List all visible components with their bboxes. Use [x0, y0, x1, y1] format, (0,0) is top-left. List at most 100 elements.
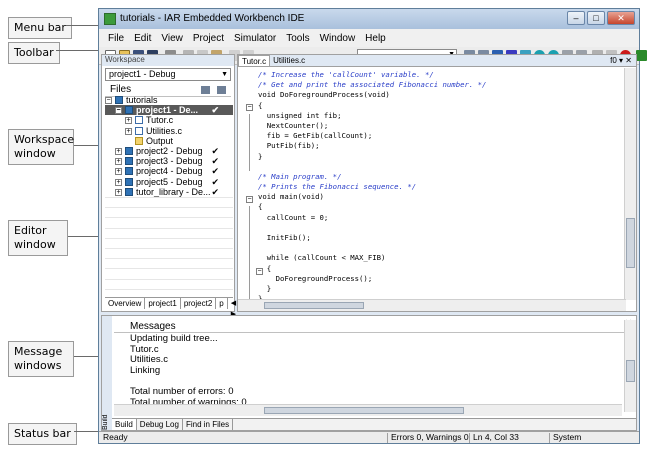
editor-horizontal-scrollbar[interactable] [238, 299, 626, 311]
menu-tools[interactable]: Tools [281, 33, 314, 44]
code-line: void DoForegroundProcess(void) [258, 90, 390, 100]
tree-item-label: project5 - Debug [136, 176, 203, 187]
code-line: /* Get and print the associated Fibonacc… [258, 80, 487, 90]
tree-item[interactable]: + project4 - Debug ✔ [105, 166, 233, 176]
tree-item[interactable]: + project2 - Debug ✔ [105, 146, 233, 156]
code-line: unsigned int fib; [258, 110, 342, 120]
files-label: Files [110, 84, 132, 95]
tree-item[interactable]: − tutorials [105, 95, 233, 105]
expand-icon[interactable]: + [115, 168, 122, 176]
grid-line [105, 237, 233, 239]
tree-item[interactable]: + project5 - Debug ✔ [105, 177, 233, 187]
project-icon [125, 187, 133, 196]
status-divider [387, 433, 388, 443]
callout-editor-window: Editor window [8, 220, 68, 256]
workspace-window: Workspace project1 - Debug ▼ Files − tuto… [101, 54, 241, 318]
checkmark-icon: ✔ [211, 166, 219, 177]
menu-view[interactable]: View [156, 33, 188, 44]
tree-item[interactable]: + Tutor.c [105, 115, 233, 125]
scroll-thumb[interactable] [264, 407, 464, 414]
callout-line: Editor [14, 224, 47, 237]
messages-horizontal-scrollbar[interactable] [114, 404, 622, 416]
checkmark-icon: ✔ [211, 186, 219, 197]
grid-line [105, 207, 233, 209]
grid-line [105, 278, 233, 280]
tab-build[interactable]: Build [112, 419, 137, 430]
expand-icon[interactable]: + [125, 127, 132, 135]
build-side-label: Build [102, 316, 112, 430]
code-area[interactable]: /* Increase the 'callCount' variable. */… [258, 70, 486, 304]
collapse-icon[interactable]: − [105, 97, 112, 104]
status-errors: Errors 0, Warnings 0 [391, 432, 469, 442]
configuration-select[interactable]: project1 - Debug ▼ [105, 68, 231, 81]
workspace-icon [115, 96, 123, 104]
scroll-thumb[interactable] [626, 360, 635, 382]
message-line: Linking [130, 364, 161, 376]
expand-icon[interactable]: + [115, 178, 122, 186]
code-line: } [258, 151, 263, 161]
tree-item[interactable]: Output [105, 136, 233, 146]
tab-utilities-c[interactable]: Utilities.c [270, 55, 308, 66]
tree-item[interactable]: + project3 - Debug ✔ [105, 156, 233, 166]
maximize-button[interactable]: □ [587, 11, 605, 25]
tree-item[interactable]: + Utilities.c [105, 126, 233, 136]
menu-edit[interactable]: Edit [129, 33, 156, 44]
configuration-value: project1 - Debug [109, 69, 176, 79]
editor-tab-controls[interactable]: f0 ▾ ✕ [607, 55, 636, 66]
tree-item[interactable]: + tutor_library - De... ✔ [105, 187, 233, 197]
code-line: { [258, 100, 263, 110]
scroll-thumb[interactable] [626, 218, 635, 268]
tab-project1[interactable]: project1 [145, 298, 181, 309]
tab-find-in-files[interactable]: Find in Files [183, 419, 234, 430]
tree-item-label: tutorials [126, 95, 158, 105]
callout-line: window [14, 238, 56, 251]
fold-collapse-icon[interactable]: − [246, 104, 253, 111]
project-icon [125, 177, 133, 186]
checkmark-icon: ✔ [211, 105, 219, 116]
collapse-icon[interactable]: − [115, 107, 122, 115]
code-line: PutFib(fib); [258, 141, 320, 151]
code-line: { [258, 202, 263, 212]
tree-item-label: project2 - Debug [136, 145, 203, 156]
workspace-tabs: Overview project1 project2 p ◀ ▶ [105, 297, 241, 318]
expand-icon[interactable]: + [115, 147, 122, 155]
tab-project2[interactable]: project2 [181, 298, 217, 309]
minimize-button[interactable]: – [567, 11, 585, 25]
menu-window[interactable]: Window [315, 33, 361, 44]
tab-debug-log[interactable]: Debug Log [137, 419, 183, 430]
tab-tutor-c[interactable]: Tutor.c [238, 55, 271, 66]
menu-help[interactable]: Help [360, 33, 391, 44]
menu-project[interactable]: Project [188, 33, 229, 44]
messages-tabs: Build Debug Log Find in Files [112, 418, 636, 430]
close-button[interactable]: ✕ [607, 11, 635, 25]
message-line: Updating build tree... [130, 333, 218, 344]
tree-item-label: Output [146, 135, 174, 146]
file-tree: − tutorials − project1 - De... ✔ + Tutor.c + Uti… [105, 95, 233, 197]
fold-collapse-icon[interactable]: − [246, 196, 253, 203]
leader-line [74, 431, 100, 432]
checkmark-icon: ✔ [211, 176, 219, 187]
expand-icon[interactable]: + [125, 117, 132, 125]
iar-app-icon [104, 13, 116, 25]
scroll-thumb[interactable] [264, 302, 364, 309]
code-line: /* Prints the Fibonacci sequence. */ [258, 182, 417, 192]
editor-vertical-scrollbar[interactable] [624, 68, 636, 300]
menu-simulator[interactable]: Simulator [229, 33, 281, 44]
expand-icon[interactable]: + [115, 188, 122, 196]
sort-icon[interactable] [201, 86, 210, 94]
debug-icon[interactable] [636, 50, 647, 61]
status-bar: Ready Errors 0, Warnings 0 Ln 4, Col 33 … [99, 431, 639, 443]
callout-toolbar: Toolbar [8, 42, 60, 64]
options-icon[interactable] [217, 86, 226, 94]
code-line: void main(void) [258, 192, 324, 202]
tab-overview[interactable]: Overview [105, 298, 146, 309]
file-icon [135, 126, 143, 135]
menu-file[interactable]: File [103, 33, 129, 44]
messages-vertical-scrollbar[interactable] [624, 320, 636, 412]
expand-icon[interactable]: + [115, 158, 122, 166]
tree-item[interactable]: − project1 - De... ✔ [105, 105, 233, 116]
tab-more[interactable]: p [216, 298, 228, 309]
code-line: InitFib(); [258, 233, 311, 242]
